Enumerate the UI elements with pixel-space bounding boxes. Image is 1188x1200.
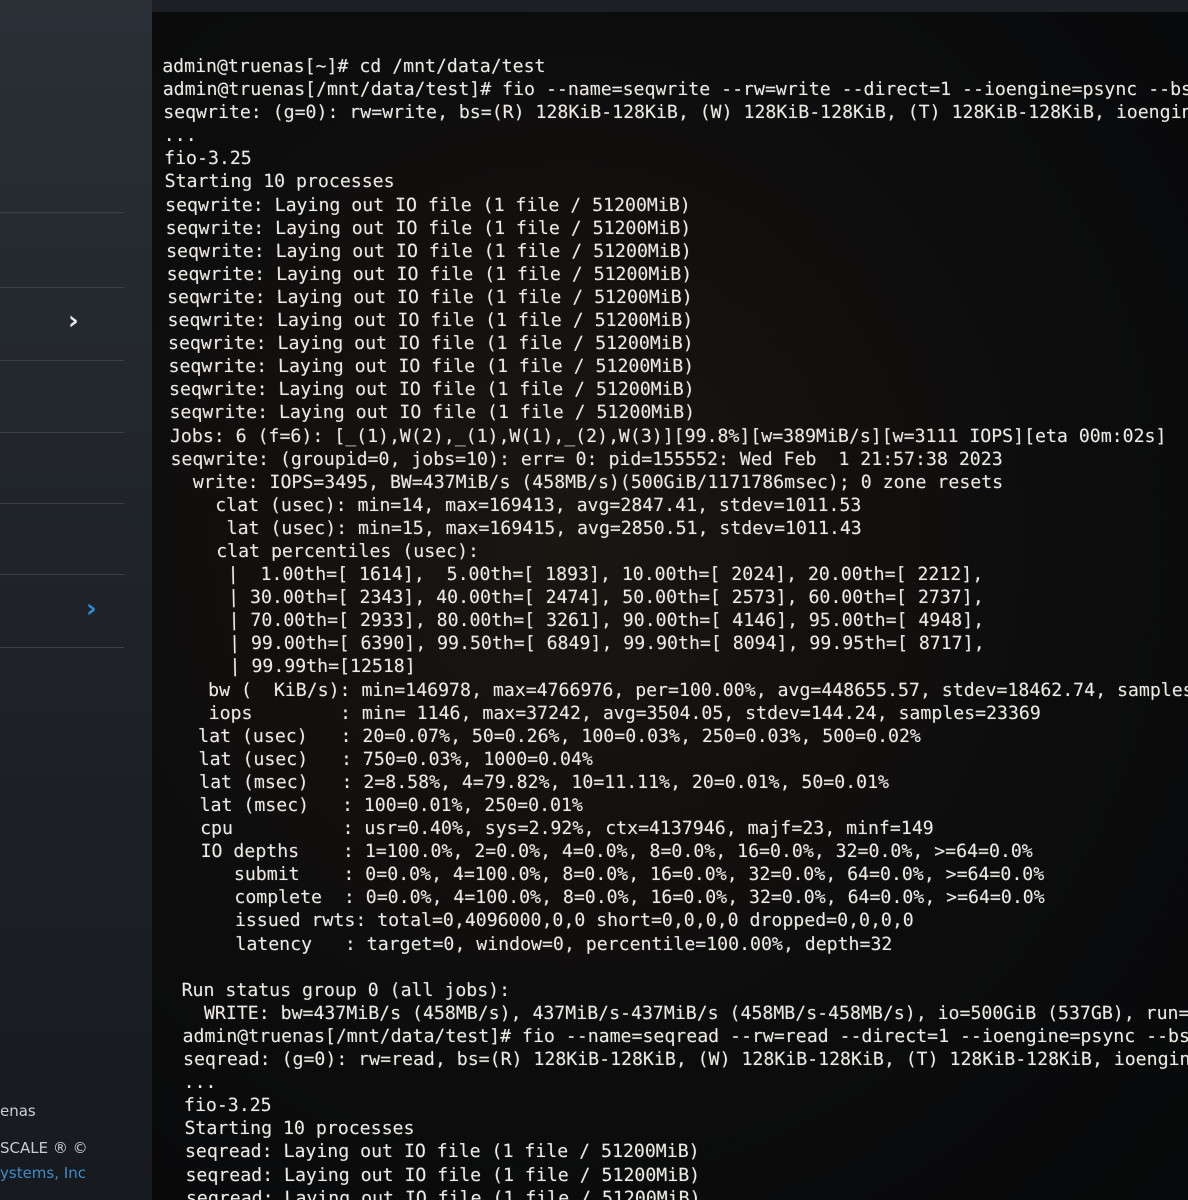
sidebar-divider bbox=[0, 432, 124, 433]
terminal-line: seqwrite: (g=0): rw=write, bs=(R) 128KiB… bbox=[162, 102, 1188, 124]
terminal-line: | 30.00th=[ 2343], 40.00th=[ 2474], 50.0… bbox=[173, 587, 984, 609]
sidebar-divider bbox=[0, 574, 124, 575]
sidebar-footer-product: SCALE ® © bbox=[0, 1139, 88, 1157]
terminal-output: admin@truenas[~]# cd /mnt/data/test admin… bbox=[162, 55, 1188, 1200]
chevron-right-icon[interactable]: › bbox=[68, 306, 79, 336]
terminal-line: | 70.00th=[ 2933], 80.00th=[ 3261], 90.0… bbox=[173, 610, 985, 632]
terminal-line: | 99.00th=[ 6390], 99.50th=[ 6849], 99.9… bbox=[174, 633, 985, 655]
sidebar-divider bbox=[0, 503, 124, 504]
terminal-line: seqwrite: Laying out IO file (1 file / 5… bbox=[165, 240, 692, 262]
terminal-line: fio-3.25 bbox=[183, 1095, 272, 1117]
terminal-line: seqwrite: Laying out IO file (1 file / 5… bbox=[169, 402, 696, 424]
terminal-line: seqwrite: Laying out IO file (1 file / 5… bbox=[165, 217, 692, 239]
terminal-line: WRITE: bw=437MiB/s (458MB/s), 437MiB/s-4… bbox=[203, 1002, 1188, 1024]
terminal-line: clat percentiles (usec): bbox=[172, 540, 480, 562]
terminal-line: admin@truenas[/mnt/data/test]# fio --nam… bbox=[182, 1025, 1188, 1047]
terminal-line: lat (usec): min=15, max=169415, avg=2850… bbox=[171, 517, 862, 539]
chevron-right-icon-active[interactable]: › bbox=[86, 594, 97, 624]
terminal-line: seqwrite: Laying out IO file (1 file / 5… bbox=[167, 310, 694, 332]
sidebar-footer-company-link[interactable]: ystems, Inc bbox=[0, 1164, 86, 1182]
terminal-line: seqread: (g=0): rw=read, bs=(R) 128KiB-1… bbox=[182, 1049, 1188, 1071]
sidebar-divider bbox=[0, 647, 124, 648]
terminal-line: seqwrite: Laying out IO file (1 file / 5… bbox=[168, 379, 695, 401]
sidebar: › › enas SCALE ® © ystems, Inc bbox=[0, 0, 153, 1200]
terminal-line: Starting 10 processes bbox=[184, 1118, 415, 1140]
terminal-line: seqread: Laying out IO file (1 file / 51… bbox=[185, 1164, 701, 1186]
terminal-line: complete : 0=0.0%, 4=100.0%, 8=0.0%, 16=… bbox=[179, 887, 1045, 909]
terminal-line: lat (usec) : 750=0.03%, 1000=0.04% bbox=[176, 748, 594, 770]
terminal-line: seqwrite: Laying out IO file (1 file / 5… bbox=[167, 333, 694, 355]
terminal-line: admin@truenas[/mnt/data/test]# fio --nam… bbox=[162, 79, 1188, 101]
terminal-line: write: IOPS=3495, BW=437MiB/s (458MB/s)(… bbox=[170, 471, 1004, 493]
terminal-line: fio-3.25 bbox=[163, 148, 253, 170]
terminal-line: seqwrite: Laying out IO file (1 file / 5… bbox=[166, 263, 693, 285]
sidebar-divider bbox=[0, 287, 124, 288]
terminal-line: ... bbox=[163, 125, 197, 147]
terminal-line: latency : target=0, window=0, percentile… bbox=[180, 933, 893, 955]
terminal-line: bw ( KiB/s): min=146978, max=4766976, pe… bbox=[175, 679, 1188, 701]
terminal-line: lat (usec) : 20=0.07%, 50=0.26%, 100=0.0… bbox=[176, 725, 922, 747]
terminal-line: | 99.99th=[12518] bbox=[174, 656, 416, 678]
sidebar-divider bbox=[0, 360, 124, 361]
terminal-line: seqwrite: Laying out IO file (1 file / 5… bbox=[166, 286, 693, 308]
terminal-line: lat (msec) : 2=8.58%, 4=79.82%, 10=11.11… bbox=[177, 771, 890, 793]
terminal-line: iops : min= 1146, max=37242, avg=3504.05… bbox=[175, 702, 1042, 724]
terminal-line: lat (msec) : 100=0.01%, 250=0.01% bbox=[177, 795, 584, 816]
terminal-line: seqwrite: (groupid=0, jobs=10): err= 0: … bbox=[170, 448, 1003, 470]
terminal-top-bar bbox=[152, 0, 1188, 12]
terminal-line: ... bbox=[183, 1072, 217, 1094]
terminal-line: seqread: Laying out IO file (1 file / 51… bbox=[184, 1141, 700, 1163]
terminal-line: seqwrite: Laying out IO file (1 file / 5… bbox=[164, 194, 691, 216]
terminal-line: admin@truenas[~]# cd /mnt/data/test bbox=[162, 56, 546, 77]
terminal-line: seqwrite: Laying out IO file (1 file / 5… bbox=[168, 356, 695, 378]
sidebar-footer-hostname: enas bbox=[0, 1102, 36, 1120]
terminal-line: issued rwts: total=0,4096000,0,0 short=0… bbox=[179, 910, 915, 932]
terminal-line: submit : 0=0.0%, 4=100.0%, 8=0.0%, 16=0.… bbox=[178, 864, 1045, 886]
sidebar-divider bbox=[0, 212, 124, 213]
terminal-window[interactable]: admin@truenas[~]# cd /mnt/data/test admin… bbox=[152, 0, 1188, 1200]
terminal-line: cpu : usr=0.40%, sys=2.92%, ctx=4137946,… bbox=[177, 818, 934, 840]
terminal-line: Starting 10 processes bbox=[164, 171, 395, 193]
terminal-line: seqread: Laying out IO file (1 file / 51… bbox=[185, 1187, 701, 1200]
terminal-line: clat (usec): min=14, max=169413, avg=284… bbox=[171, 494, 862, 516]
terminal-line: Jobs: 6 (f=6): [_(1),W(2),_(1),W(1),_(2)… bbox=[169, 425, 1167, 447]
terminal-line: | 1.00th=[ 1614], 5.00th=[ 1893], 10.00t… bbox=[172, 564, 984, 586]
terminal-line: Run status group 0 (all jobs): bbox=[181, 979, 511, 1001]
terminal-line: IO depths : 1=100.0%, 2=0.0%, 4=0.0%, 8=… bbox=[178, 841, 1034, 863]
